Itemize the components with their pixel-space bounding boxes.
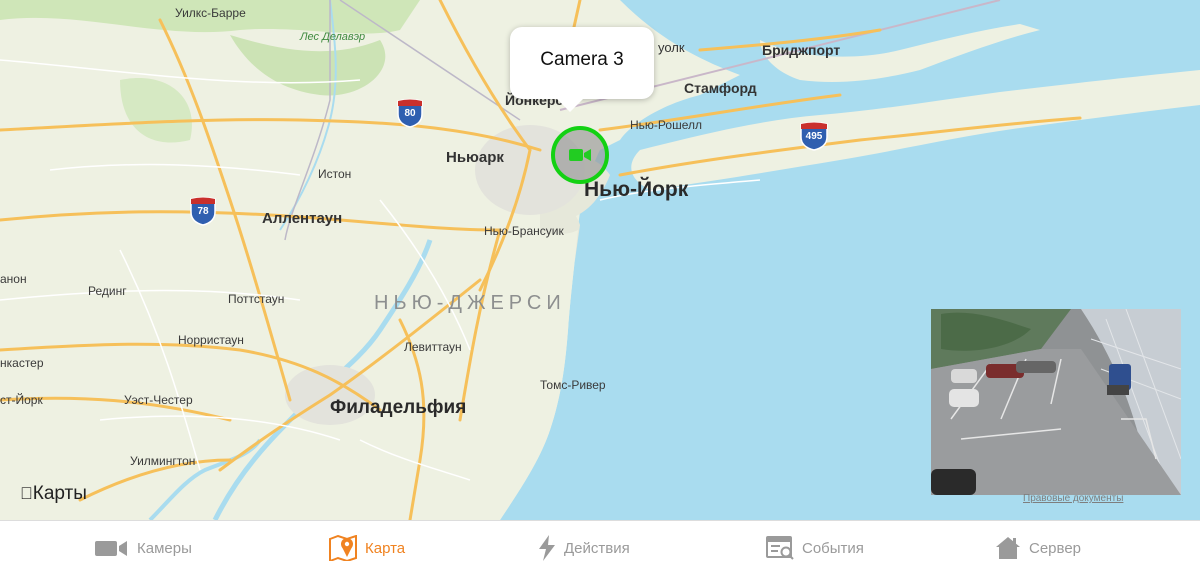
interstate-80-shield-icon: 80 — [396, 98, 424, 128]
map-label-norwalk: уолк — [658, 40, 685, 55]
map-label-wilmington: Уилмингтон — [130, 454, 196, 468]
map-label-lebanon: анон — [0, 272, 27, 286]
apple-logo-icon:  — [20, 484, 33, 503]
apple-maps-attribution: Карты — [20, 483, 87, 505]
map-pin-icon — [329, 535, 357, 561]
home-server-icon — [996, 537, 1020, 559]
map-label-levittown: Левиттаун — [404, 340, 462, 354]
interstate-495-number: 495 — [805, 131, 823, 142]
map-label-pottstown: Поттстаун — [228, 292, 285, 306]
bottom-tab-bar: Камеры Карта Действия События Сервер — [0, 520, 1200, 575]
video-camera-icon — [95, 541, 127, 556]
map-label-new-jersey: НЬЮ-ДЖЕРСИ — [374, 292, 566, 314]
tab-actions[interactable]: Действия — [538, 521, 630, 575]
map-label-easton: Истон — [318, 167, 352, 181]
map-label-reading: Рединг — [88, 284, 127, 298]
map-label-west-chester: Уэст-Честер — [124, 393, 193, 407]
map-label-west-york: ст-Йорк — [0, 393, 43, 407]
interstate-80-number: 80 — [404, 108, 416, 119]
tab-server-label: Сервер — [1029, 539, 1082, 557]
lightning-icon — [539, 535, 555, 561]
map-label-lancaster: нкастер — [0, 356, 44, 370]
map-label-wilkes-barre: Уилкс-Барре — [175, 6, 246, 20]
interstate-495-shield-icon: 495 — [799, 121, 829, 151]
map-label-toms-river: Томс-Ривер — [540, 378, 606, 392]
map-label-new-york: Нью-Йорк — [584, 178, 689, 201]
tab-cameras[interactable]: Камеры — [95, 521, 192, 575]
map-label-newark: Ньюарк — [446, 149, 504, 166]
map-label-allentown: Аллентаун — [262, 210, 343, 227]
event-log-icon — [766, 536, 794, 560]
maps-attribution-text: Карты — [20, 483, 87, 504]
legal-documents-link[interactable]: Правовые документы — [1023, 493, 1123, 504]
map-label-norristown: Норристаун — [178, 333, 244, 347]
map-label-delaware-forest: Лес Делавэр — [300, 31, 366, 43]
callout-pointer — [556, 98, 584, 112]
camera-marker[interactable] — [551, 126, 609, 184]
camera-video-preview[interactable] — [931, 309, 1181, 495]
map-label-philadelphia: Филадельфия — [330, 397, 467, 418]
map-label-bridgeport: Бриджпорт — [762, 42, 841, 58]
camera-marker-video-icon — [569, 149, 591, 161]
tab-cameras-label: Камеры — [137, 539, 192, 557]
map-view[interactable]: Уилкс-Барре Лес Делавэр уолк Бриджпорт С… — [0, 0, 1200, 520]
callout-camera-name: Camera 3 — [540, 49, 624, 70]
tab-server[interactable]: Сервер — [995, 521, 1081, 575]
video-frame-image — [931, 309, 1181, 495]
tab-map-label: Карта — [365, 539, 406, 557]
map-label-new-rochelle: Нью-Рошелл — [630, 118, 702, 132]
map-label-new-brunswick: Нью-Брансуик — [484, 224, 564, 238]
tab-events-label: События — [802, 539, 864, 557]
interstate-78-shield-icon: 78 — [189, 196, 217, 226]
tab-actions-label: Действия — [564, 539, 630, 557]
interstate-78-number: 78 — [197, 206, 209, 217]
tab-map[interactable]: Карта — [329, 521, 405, 575]
camera-callout[interactable]: Camera 3 — [510, 27, 654, 99]
tab-events[interactable]: События — [766, 521, 864, 575]
map-label-stamford: Стамфорд — [684, 80, 757, 96]
